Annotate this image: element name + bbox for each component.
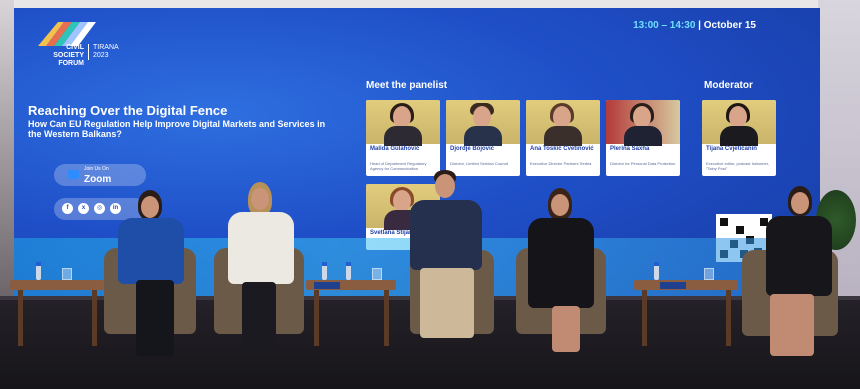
logo-rays-icon — [38, 22, 96, 46]
panelist-name: Ana Toskić Cvetinović — [530, 146, 594, 152]
panelist-card: Plerina Saxha Director for Personal Data… — [606, 100, 680, 176]
side-table — [10, 280, 104, 290]
linkedin-icon: in — [110, 203, 121, 214]
panelist-card: Ana Toskić Cvetinović Executive Director… — [526, 100, 600, 176]
logo-wordmark: CIVIL SOCIETY FORUM — [53, 44, 84, 67]
facebook-icon: f — [62, 203, 73, 214]
session-time: 13:00 – 14:30 | October 15 — [633, 20, 756, 31]
panelist-name: Djordje Bojović — [450, 146, 495, 152]
panelist-card: Djordje Bojović Director, Limited Serbia… — [446, 100, 520, 176]
session-subtitle: How Can EU Regulation Help Improve Digit… — [28, 119, 326, 139]
x-icon: x — [78, 203, 89, 214]
panelist-name: Malida Gulahović — [370, 146, 420, 152]
zoom-camera-icon — [68, 170, 79, 179]
nameplate — [314, 282, 340, 289]
instagram-icon: ◎ — [94, 203, 105, 214]
zoom-label: Zoom — [84, 174, 112, 185]
conference-scene: CIVIL SOCIETY FORUM TIRANA 2023 13:00 – … — [0, 0, 860, 389]
moderator-role: Executive editor, podcast Istinomer, "Ta… — [706, 161, 769, 171]
panelist-role: Director for Personal Data Protection — [610, 161, 676, 166]
panelist-role: Director, Limited Serbian Council — [450, 161, 509, 166]
moderator-heading: Moderator — [704, 80, 753, 91]
moderator-name: Tijana Cvjetićanin — [706, 146, 757, 152]
left-wall — [0, 0, 14, 300]
moderator-card: Tijana Cvjetićanin Executive editor, pod… — [702, 100, 776, 176]
session-title: Reaching Over the Digital Fence — [28, 103, 228, 118]
panelist-role: Head of Department Regulatory Agency for… — [370, 161, 427, 171]
side-table — [634, 280, 738, 290]
panelist-heading: Meet the panelist — [366, 80, 448, 91]
panelist-role: Executive Director Partners Serbia — [530, 161, 592, 166]
logo-city: TIRANA 2023 — [88, 44, 119, 60]
zoom-join-label: Join Us On — [84, 166, 109, 172]
panelist-card: Malida Gulahović Head of Department Regu… — [366, 100, 440, 176]
panelist-name: Plerina Saxha — [610, 146, 650, 152]
nameplate — [660, 282, 686, 289]
forum-logo: CIVIL SOCIETY FORUM TIRANA 2023 — [28, 22, 138, 72]
